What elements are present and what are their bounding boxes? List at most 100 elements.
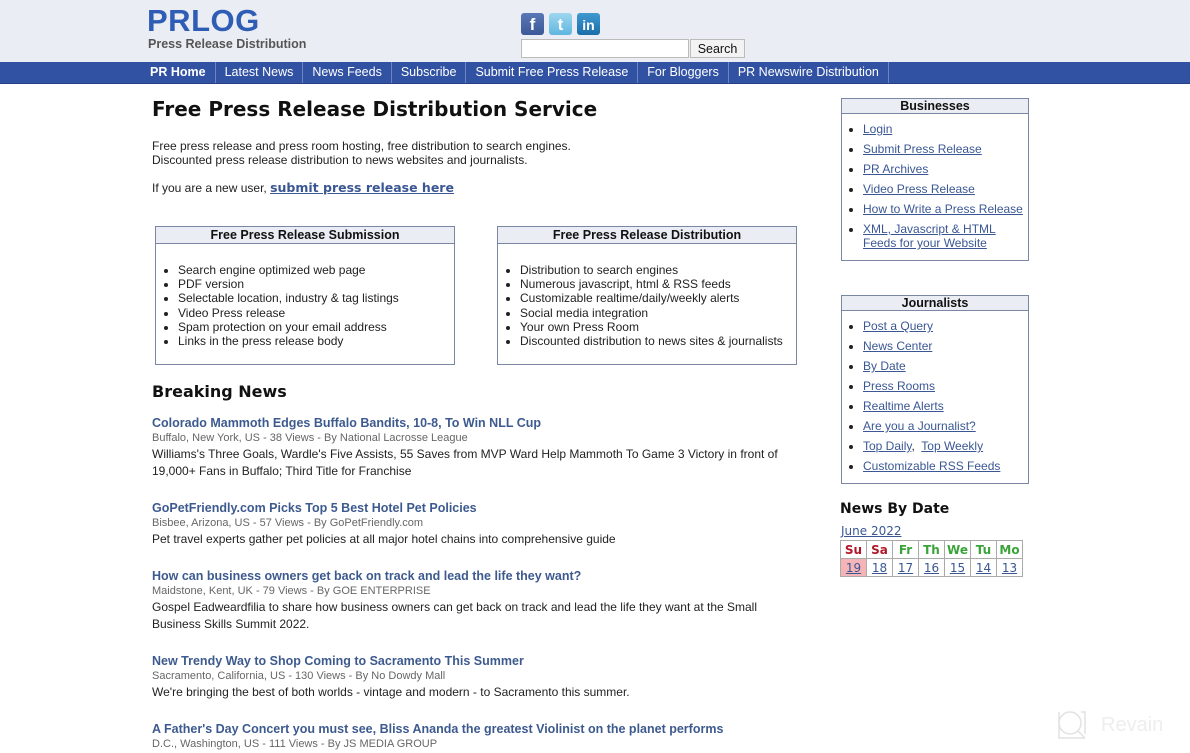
main-nav: PR Home Latest News News Feeds Subscribe… [0,62,1190,84]
feature-item: Discounted distribution to news sites & … [520,334,796,348]
search-input[interactable] [521,39,689,58]
calendar-day: 14 [970,558,997,577]
journalists-box: Journalists Post a Query News Center By … [841,295,1029,484]
feature-item: Customizable realtime/daily/weekly alert… [520,291,796,305]
calendar-date-link[interactable]: 15 [950,561,965,575]
calendar-day: 13 [996,558,1023,577]
nav-latest-news[interactable]: Latest News [216,62,304,83]
by-date-link[interactable]: By Date [863,359,906,373]
nav-for-bloggers[interactable]: For Bloggers [638,62,729,83]
news-title-link[interactable]: Colorado Mammoth Edges Buffalo Bandits, … [152,415,800,431]
feature-item: Selectable location, industry & tag list… [178,291,454,305]
revain-watermark-text: Revain [1101,713,1164,736]
intro-line: Free press release and press room hostin… [152,139,571,153]
rss-feeds-link[interactable]: Customizable RSS Feeds [863,459,1000,473]
linkedin-icon[interactable]: in [577,13,600,35]
feature-item: Spam protection on your email address [178,320,454,334]
submission-features-box: Free Press Release Submission Search eng… [155,226,455,365]
calendar-date-link[interactable]: 13 [1002,561,1017,575]
calendar-date-link[interactable]: 14 [976,561,991,575]
news-description: Pet travel experts gather pet policies a… [152,532,616,546]
news-description: Gospel Eadweardfilia to share how busine… [152,600,758,631]
social-links: f t in [521,13,600,35]
realtime-alerts-link[interactable]: Realtime Alerts [863,399,944,413]
calendar-day: 17 [892,558,919,577]
twitter-icon[interactable]: t [549,13,572,35]
new-user-prompt: If you are a new user, submit press rele… [152,180,454,195]
news-description: Williams's Three Goals, Wardle's Five As… [152,447,778,478]
video-press-release-link[interactable]: Video Press Release [863,182,975,196]
feeds-for-website-link[interactable]: XML, Javascript & HTML Feeds for your We… [863,222,996,250]
calendar-day: 18 [866,558,893,577]
feature-item: Links in the press release body [178,334,454,348]
feature-item: PDF version [178,277,454,291]
news-by-date-title: News By Date [840,501,950,517]
news-meta: Sacramento, California, US - 130 Views -… [152,670,446,682]
login-link[interactable]: Login [863,122,892,136]
breaking-news-title: Breaking News [152,382,287,401]
news-meta: D.C., Washington, US - 111 Views - By JS… [152,738,438,750]
intro-text: Free press release and press room hostin… [152,139,571,167]
top-daily-link[interactable]: Top Daily [863,439,911,453]
facebook-icon[interactable]: f [521,13,544,35]
new-user-text: If you are a new user, [152,181,271,195]
weekday-label: We [944,540,971,559]
weekday-label: Su [840,540,867,559]
box-title: Journalists [842,296,1028,311]
feature-item: Distribution to search engines [520,263,796,277]
distribution-features-box: Free Press Release Distribution Distribu… [497,226,797,365]
news-title-link[interactable]: A Father's Day Concert you must see, Bli… [152,721,800,737]
nav-pr-home[interactable]: PR Home [141,62,216,83]
date-calendar: Su Sa Fr Th We Tu Mo 19 18 17 16 15 14 1… [840,540,1023,577]
pr-archives-link[interactable]: PR Archives [863,162,928,176]
news-item: New Trendy Way to Shop Coming to Sacrame… [152,653,800,701]
box-title: Free Press Release Distribution [498,227,796,244]
weekday-label: Fr [892,540,919,559]
feature-item: Numerous javascript, html & RSS feeds [520,277,796,291]
calendar-date-link[interactable]: 16 [924,561,939,575]
calendar-month-link[interactable]: June 2022 [841,524,902,538]
site-logo[interactable]: PRLOG [147,4,260,38]
news-title-link[interactable]: New Trendy Way to Shop Coming to Sacrame… [152,653,800,669]
nav-submit-free-press-release[interactable]: Submit Free Press Release [466,62,639,83]
are-you-journalist-link[interactable]: Are you a Journalist? [863,419,976,433]
top-weekly-link[interactable]: Top Weekly [921,439,983,453]
news-item: GoPetFriendly.com Picks Top 5 Best Hotel… [152,500,800,548]
calendar-day: 15 [944,558,971,577]
feature-item: Your own Press Room [520,320,796,334]
calendar-date-link[interactable]: 18 [872,561,887,575]
search-button[interactable]: Search [690,39,745,58]
submit-press-release-link[interactable]: submit press release here [270,180,454,195]
calendar-day-today: 19 [840,558,867,577]
news-item: A Father's Day Concert you must see, Bli… [152,721,800,752]
weekday-label: Tu [970,540,997,559]
news-title-link[interactable]: GoPetFriendly.com Picks Top 5 Best Hotel… [152,500,800,516]
submit-press-release-link[interactable]: Submit Press Release [863,142,982,156]
how-to-write-link[interactable]: How to Write a Press Release [863,202,1023,216]
calendar-date-link[interactable]: 19 [846,561,861,575]
news-item: How can business owners get back on trac… [152,568,800,633]
page-title: Free Press Release Distribution Service [152,97,598,121]
news-meta: Maidstone, Kent, UK - 79 Views - By GOE … [152,585,431,597]
box-title: Businesses [842,99,1028,114]
weekday-label: Th [918,540,945,559]
news-description: We're bringing the best of both worlds -… [152,685,630,699]
calendar-date-link[interactable]: 17 [898,561,913,575]
news-title-link[interactable]: How can business owners get back on trac… [152,568,800,584]
box-title: Free Press Release Submission [156,227,454,244]
nav-pr-newswire-distribution[interactable]: PR Newswire Distribution [729,62,889,83]
site-header: PRLOG Press Release Distribution f t in … [0,0,1190,62]
nav-news-feeds[interactable]: News Feeds [303,62,392,83]
press-rooms-link[interactable]: Press Rooms [863,379,935,393]
post-query-link[interactable]: Post a Query [863,319,933,333]
revain-logo-icon [1058,711,1086,739]
news-center-link[interactable]: News Center [863,339,932,353]
intro-line: Discounted press release distribution to… [152,153,528,167]
calendar-day: 16 [918,558,945,577]
businesses-box: Businesses Login Submit Press Release PR… [841,98,1029,261]
news-meta: Bisbee, Arizona, US - 57 Views - By GoPe… [152,517,424,529]
weekday-label: Sa [866,540,893,559]
nav-subscribe[interactable]: Subscribe [392,62,467,83]
news-meta: Buffalo, New York, US - 38 Views - By Na… [152,432,468,444]
feature-item: Video Press release [178,306,454,320]
